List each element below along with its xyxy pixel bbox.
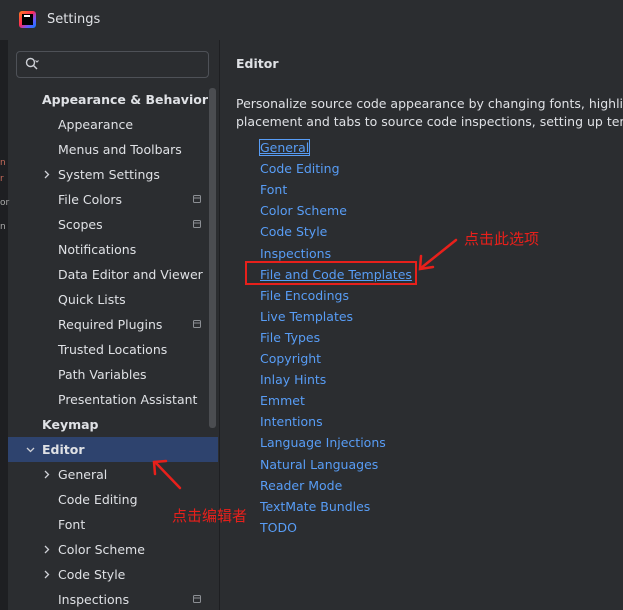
sidebar-item-color-scheme[interactable]: Color Scheme bbox=[8, 537, 218, 562]
link-emmet[interactable]: Emmet bbox=[260, 393, 305, 408]
sidebar-item-appearance[interactable]: Appearance bbox=[8, 112, 218, 137]
sidebar-item-label: Font bbox=[58, 517, 86, 532]
chevron-down-icon[interactable] bbox=[26, 445, 35, 454]
sidebar-item-label: Scopes bbox=[58, 217, 103, 232]
editor-settings-panel: Editor Personalize source code appearanc… bbox=[220, 40, 623, 610]
sidebar-item-label: File Colors bbox=[58, 192, 123, 207]
sidebar-item-label: Menus and Toolbars bbox=[58, 142, 182, 157]
editor-description: Personalize source code appearance by ch… bbox=[236, 95, 623, 131]
link-file-encodings[interactable]: File Encodings bbox=[260, 288, 349, 303]
sidebar-item-label: Trusted Locations bbox=[58, 342, 168, 357]
link-textmate-bundles[interactable]: TextMate Bundles bbox=[260, 499, 370, 514]
sidebar-item-data-editor-and-viewer[interactable]: Data Editor and Viewer bbox=[8, 262, 218, 287]
sidebar-item-menus-and-toolbars[interactable]: Menus and Toolbars bbox=[8, 137, 218, 162]
link-inlay-hints[interactable]: Inlay Hints bbox=[260, 372, 326, 387]
sidebar-item-trusted-locations[interactable]: Trusted Locations bbox=[8, 337, 218, 362]
link-language-injections[interactable]: Language Injections bbox=[260, 435, 386, 450]
link-general[interactable]: General bbox=[258, 139, 311, 156]
link-code-editing[interactable]: Code Editing bbox=[260, 161, 340, 176]
chevron-right-icon[interactable] bbox=[42, 570, 51, 579]
sidebar-item-notifications[interactable]: Notifications bbox=[8, 237, 218, 262]
settings-search-field[interactable] bbox=[16, 51, 209, 78]
link-todo[interactable]: TODO bbox=[260, 520, 297, 535]
sidebar-item-appearance-behavior[interactable]: Appearance & Behavior bbox=[8, 88, 218, 112]
link-inspections[interactable]: Inspections bbox=[260, 246, 331, 261]
sidebar-item-system-settings[interactable]: System Settings bbox=[8, 162, 218, 187]
sidebar-item-presentation-assistant[interactable]: Presentation Assistant bbox=[8, 387, 218, 412]
link-code-style[interactable]: Code Style bbox=[260, 224, 327, 239]
project-level-icon bbox=[193, 220, 201, 228]
link-reader-mode[interactable]: Reader Mode bbox=[260, 478, 342, 493]
page-title: Editor bbox=[236, 56, 279, 71]
sidebar-item-label: General bbox=[58, 467, 108, 482]
sidebar-item-general[interactable]: General bbox=[8, 462, 218, 487]
sidebar-item-label: Editor bbox=[42, 442, 85, 457]
sidebar-item-label: Quick Lists bbox=[58, 292, 126, 307]
chevron-right-icon[interactable] bbox=[42, 170, 51, 179]
sidebar-item-quick-lists[interactable]: Quick Lists bbox=[8, 287, 218, 312]
sidebar-item-editor[interactable]: Editor bbox=[8, 437, 218, 462]
annotation-click-editor: 点击编辑者 bbox=[172, 507, 248, 525]
sidebar-item-code-style[interactable]: Code Style bbox=[8, 562, 218, 587]
window-title: Settings bbox=[47, 12, 101, 27]
description-line-1: Personalize source code appearance by ch… bbox=[236, 96, 623, 111]
chevron-right-icon[interactable] bbox=[42, 470, 51, 479]
sidebar-item-label: Required Plugins bbox=[58, 317, 163, 332]
project-level-icon bbox=[193, 320, 201, 328]
chevron-right-icon[interactable] bbox=[42, 545, 51, 554]
settings-tree: Appearance & Behavior Appearance Menus and… bbox=[8, 88, 218, 610]
sidebar-item-label: Keymap bbox=[42, 417, 99, 432]
sidebar-item-file-colors[interactable]: File Colors bbox=[8, 187, 218, 212]
sidebar-item-inspections[interactable]: Inspections bbox=[8, 587, 218, 610]
highlight-box-file-and-code-templates bbox=[245, 261, 417, 285]
project-level-icon bbox=[193, 195, 201, 203]
sidebar-item-label: Presentation Assistant bbox=[58, 392, 198, 407]
sidebar-item-label: Appearance bbox=[58, 117, 134, 132]
sidebar-item-required-plugins[interactable]: Required Plugins bbox=[8, 312, 218, 337]
link-copyright[interactable]: Copyright bbox=[260, 351, 321, 366]
link-live-templates[interactable]: Live Templates bbox=[260, 309, 353, 324]
description-line-2: placement and tabs to source code inspec… bbox=[236, 114, 623, 129]
sidebar-item-label: Data Editor and Viewer bbox=[58, 267, 203, 282]
jetbrains-logo-icon bbox=[19, 11, 36, 28]
sidebar-scrollbar[interactable] bbox=[209, 88, 216, 428]
background-window-strip: n r or n bbox=[0, 40, 9, 610]
title-bar: Settings bbox=[0, 0, 623, 40]
sidebar-item-label: Code Editing bbox=[58, 492, 138, 507]
link-font[interactable]: Font bbox=[260, 182, 287, 197]
link-color-scheme[interactable]: Color Scheme bbox=[260, 203, 347, 218]
sidebar-item-scopes[interactable]: Scopes bbox=[8, 212, 218, 237]
annotation-click-option: 点击此选项 bbox=[464, 230, 540, 248]
sidebar-item-label: Code Style bbox=[58, 567, 126, 582]
sidebar-item-label: System Settings bbox=[58, 167, 160, 182]
sidebar-item-label: Path Variables bbox=[58, 367, 147, 382]
link-file-types[interactable]: File Types bbox=[260, 330, 320, 345]
sidebar-item-label: Appearance & Behavior bbox=[42, 92, 208, 107]
sidebar-item-label: Notifications bbox=[58, 242, 137, 257]
sidebar-item-label: Inspections bbox=[58, 592, 130, 607]
search-input[interactable] bbox=[47, 56, 201, 72]
sidebar-item-keymap[interactable]: Keymap bbox=[8, 412, 218, 437]
sidebar-item-path-variables[interactable]: Path Variables bbox=[8, 362, 218, 387]
project-level-icon bbox=[193, 595, 201, 603]
link-natural-languages[interactable]: Natural Languages bbox=[260, 457, 378, 472]
link-intentions[interactable]: Intentions bbox=[260, 414, 323, 429]
sidebar-item-label: Color Scheme bbox=[58, 542, 145, 557]
search-icon bbox=[25, 57, 39, 70]
